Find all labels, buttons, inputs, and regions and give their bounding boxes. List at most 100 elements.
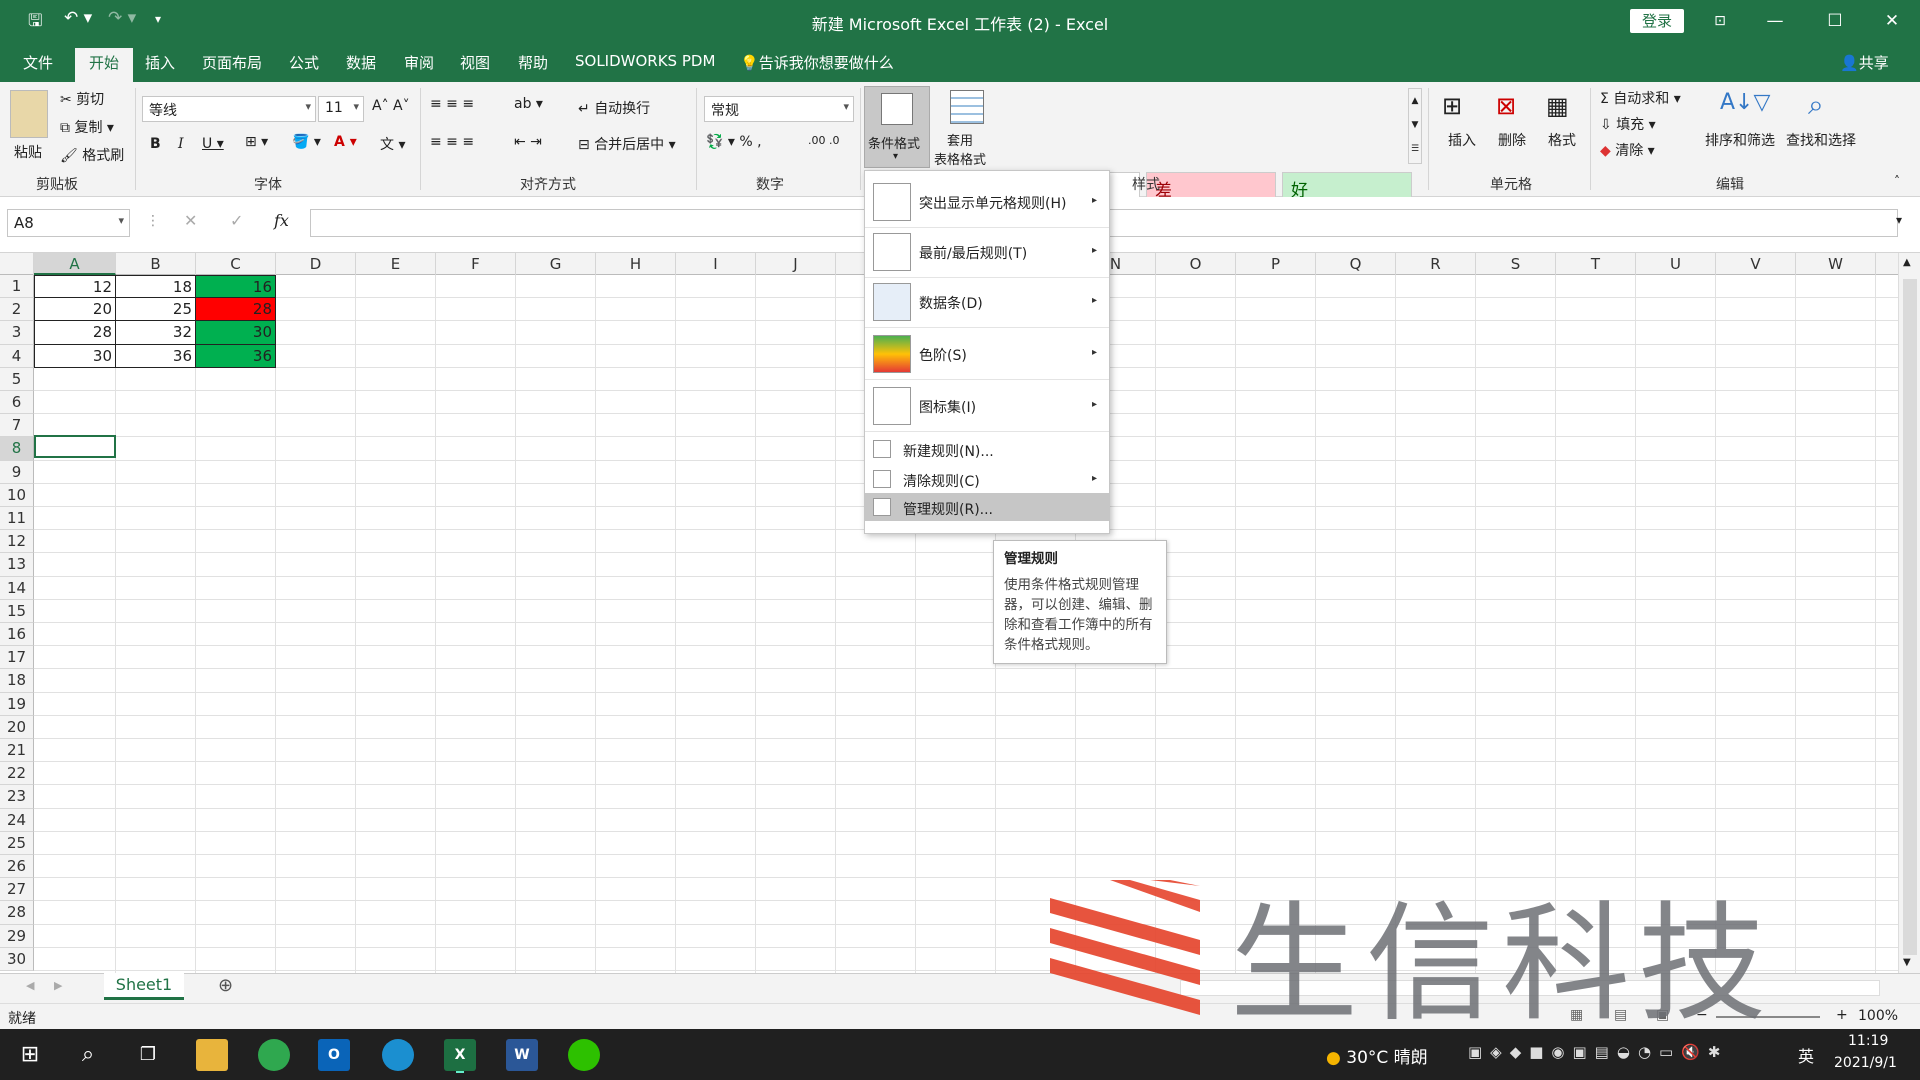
clock-date[interactable]: 2021/9/1 — [1834, 1055, 1897, 1071]
decimal-icons[interactable]: .00 .0 — [808, 134, 840, 147]
save-icon[interactable]: 🖫 — [28, 8, 42, 37]
row-header[interactable]: 30 — [0, 947, 34, 971]
autosum-button[interactable]: Σ 自动求和 ▾ — [1600, 88, 1681, 108]
tab-file[interactable]: 文件 — [23, 52, 53, 73]
row-header[interactable]: 1 — [0, 275, 34, 299]
menu-item[interactable]: 数据条(D) ▸ — [865, 279, 1109, 325]
data-cell[interactable]: 30 — [196, 321, 276, 345]
format-painter-button[interactable]: 🖌 格式刷 — [60, 145, 124, 165]
scroll-thumb[interactable] — [1903, 279, 1917, 955]
orientation-icon[interactable]: ab ▾ — [514, 96, 543, 112]
data-cell[interactable]: 12 — [34, 275, 116, 299]
row-header[interactable]: 20 — [0, 715, 34, 739]
view-page-layout-icon[interactable]: ▤ — [1614, 1007, 1627, 1023]
select-all-corner[interactable] — [0, 253, 34, 275]
phonetic-icon[interactable]: 文 ▾ — [380, 134, 405, 154]
input-language[interactable]: 英 — [1798, 1043, 1814, 1067]
row-header[interactable]: 4 — [0, 344, 34, 368]
horizontal-align-icons[interactable]: ≡ ≡ ≡ — [430, 134, 474, 150]
undo-icon[interactable]: ↶ ▾ — [64, 8, 92, 28]
merge-center-button[interactable]: ⊟ 合并后居中 ▾ — [578, 134, 676, 154]
conditional-format-button[interactable]: 条件格式 ▾ — [864, 86, 930, 168]
zoom-slider[interactable] — [1716, 1016, 1820, 1018]
row-header[interactable]: 23 — [0, 785, 34, 809]
ribbon-display-icon[interactable]: ⊡ — [1690, 0, 1750, 42]
tell-me-search[interactable]: 💡告诉我你想要做什么 — [740, 52, 894, 73]
customize-qat-icon[interactable]: ▾ — [155, 12, 161, 26]
name-box[interactable]: A8 — [7, 209, 130, 237]
data-cell[interactable]: 36 — [196, 344, 276, 368]
row-header[interactable]: 25 — [0, 831, 34, 855]
excel-icon[interactable]: X — [444, 1039, 476, 1071]
column-header[interactable]: P — [1236, 253, 1316, 275]
outlook-icon[interactable]: O — [318, 1039, 350, 1071]
expand-formula-icon[interactable]: ▾ — [1896, 213, 1902, 227]
column-header[interactable]: O — [1156, 253, 1236, 275]
menu-item[interactable]: 最前/最后规则(T) ▸ — [865, 229, 1109, 275]
column-header[interactable]: Q — [1316, 253, 1396, 275]
menu-item[interactable]: 新建规则(N)... — [865, 435, 1109, 463]
column-header[interactable]: E — [356, 253, 436, 275]
find-select-button[interactable]: 查找和选择 — [1786, 130, 1856, 150]
row-header[interactable]: 6 — [0, 391, 34, 415]
tab-formulas[interactable]: 公式 — [289, 52, 319, 73]
row-header[interactable]: 12 — [0, 530, 34, 554]
row-header[interactable]: 19 — [0, 692, 34, 716]
insert-function-icon[interactable]: fx — [274, 211, 289, 230]
column-header[interactable]: A — [34, 253, 116, 275]
row-header[interactable]: 21 — [0, 739, 34, 763]
row-header[interactable]: 2 — [0, 298, 34, 322]
collapse-ribbon-icon[interactable]: ˄ — [1894, 174, 1900, 188]
column-header[interactable]: S — [1476, 253, 1556, 275]
row-header[interactable]: 9 — [0, 460, 34, 484]
fill-button[interactable]: ⇩ 填充 ▾ — [1600, 114, 1656, 134]
sort-filter-icon[interactable]: A↓▽ — [1720, 90, 1770, 115]
paste-icon[interactable] — [10, 90, 48, 138]
row-header[interactable]: 18 — [0, 669, 34, 693]
column-header[interactable]: V — [1716, 253, 1796, 275]
row-header[interactable]: 3 — [0, 321, 34, 345]
delete-cells-button[interactable]: 删除 — [1498, 130, 1526, 150]
column-header[interactable]: W — [1796, 253, 1876, 275]
selected-cell-a8[interactable] — [34, 435, 116, 458]
format-cells-icon[interactable]: ▦ — [1546, 92, 1569, 120]
data-cell[interactable]: 30 — [34, 344, 116, 368]
login-button[interactable]: 登录 — [1630, 9, 1684, 33]
row-header[interactable]: 14 — [0, 576, 34, 600]
row-header[interactable]: 26 — [0, 855, 34, 879]
view-page-break-icon[interactable]: ▣ — [1656, 1007, 1669, 1023]
add-sheet-icon[interactable]: ⊕ — [218, 975, 233, 996]
data-cell[interactable]: 28 — [34, 321, 116, 345]
row-header[interactable]: 22 — [0, 762, 34, 786]
column-header[interactable]: I — [676, 253, 756, 275]
wrap-text-button[interactable]: ↵ 自动换行 — [578, 98, 650, 118]
column-header[interactable]: T — [1556, 253, 1636, 275]
column-header[interactable]: G — [516, 253, 596, 275]
data-cell[interactable]: 25 — [116, 298, 196, 322]
menu-item[interactable]: 清除规则(C) ▸ — [865, 465, 1109, 493]
insert-cells-icon[interactable]: ⊞ — [1442, 92, 1462, 120]
row-header[interactable]: 5 — [0, 367, 34, 391]
zoom-out-icon[interactable]: − — [1696, 1007, 1708, 1023]
column-header[interactable]: C — [196, 253, 276, 275]
column-header[interactable]: U — [1636, 253, 1716, 275]
find-icon[interactable]: ⌕ — [1808, 88, 1824, 122]
column-header[interactable]: D — [276, 253, 356, 275]
menu-item[interactable]: 图标集(I) ▸ — [865, 383, 1109, 429]
border-icon[interactable]: ⊞ ▾ — [245, 134, 268, 150]
data-cell[interactable]: 28 — [196, 298, 276, 322]
row-header[interactable]: 24 — [0, 808, 34, 832]
sheet-tab-sheet1[interactable]: Sheet1 — [104, 973, 184, 1000]
search-icon[interactable]: ⌕ — [72, 1039, 104, 1071]
cancel-icon[interactable]: ✕ — [184, 211, 197, 230]
column-header[interactable]: H — [596, 253, 676, 275]
windows-start-icon[interactable]: ⊞ — [14, 1039, 46, 1071]
tab-solidworks[interactable]: SOLIDWORKS PDM — [575, 52, 715, 70]
data-cell[interactable]: 20 — [34, 298, 116, 322]
row-header[interactable]: 17 — [0, 646, 34, 670]
fill-color-icon[interactable]: 🪣 ▾ — [292, 134, 321, 150]
column-header[interactable]: R — [1396, 253, 1476, 275]
format-as-table-button[interactable]: 套用 表格格式 — [934, 88, 1002, 168]
tray-icons[interactable]: ▣◈◆■◉▣▤◒◔▭🔇✱ — [1468, 1043, 1728, 1061]
browser-icon[interactable] — [258, 1039, 290, 1071]
